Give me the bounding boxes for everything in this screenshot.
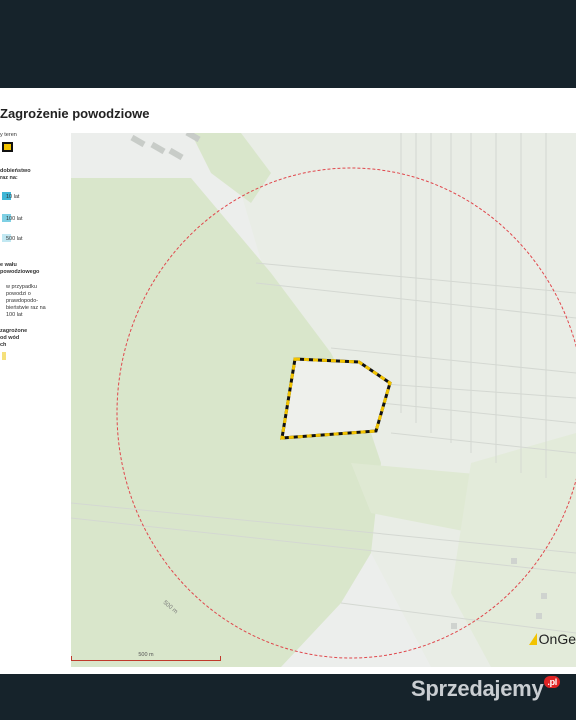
legend-probability-heading: dobieństwo raz na: [0, 168, 31, 181]
scale-label: 500 m [138, 652, 154, 658]
legend-item-10: 10 lat [6, 194, 20, 200]
document-page: Zagrożenie powodziowe y teren dobieństwo… [0, 88, 576, 674]
plot-outline-swatch [2, 142, 13, 152]
legend-levee-text: w przypadku powodzi o prawdopodo- bieńst… [6, 284, 46, 318]
legend-levee-heading: e wału powodziowego [0, 262, 40, 275]
site-watermark: Sprzedajemy .pl [411, 676, 560, 702]
legend-threatened-text: zagrożone od wód ch [0, 328, 28, 348]
map-canvas: 500 m [71, 133, 576, 667]
watermark-text: Sprzedajemy [410, 676, 544, 701]
scale-bar: 500 m [71, 652, 221, 661]
legend-item-100: 100 lat [6, 216, 23, 222]
threatened-swatch [2, 352, 6, 360]
brand-logo-icon [528, 633, 537, 645]
legend-plot-label: y teren [0, 132, 17, 138]
legend-item-500: 500 lat [6, 236, 23, 242]
brand-logo: OnGe [528, 631, 576, 647]
watermark-suffix: .pl [544, 676, 560, 688]
flood-map[interactable]: 500 m OnGe 500 m [71, 133, 576, 667]
page-title: Zagrożenie powodziowe [0, 106, 150, 121]
brand-text: OnGe [538, 631, 576, 647]
top-dark-band [0, 0, 576, 88]
buildings-top [130, 133, 201, 161]
